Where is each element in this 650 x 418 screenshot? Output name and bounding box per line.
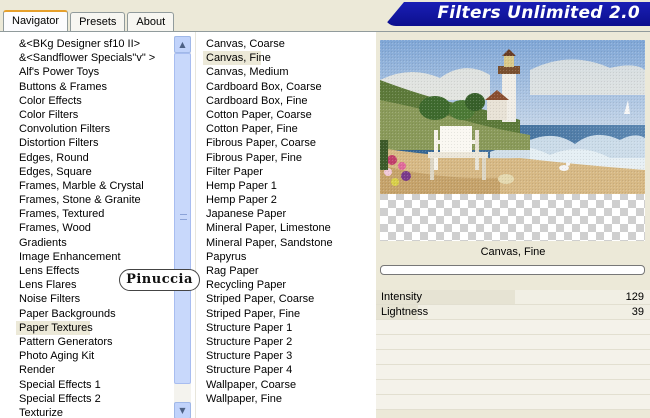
category-list-item[interactable]: Frames, Textured <box>16 207 176 221</box>
filter-list-item[interactable]: Rag Paper <box>203 264 373 278</box>
scroll-up-button[interactable]: ▲ <box>174 36 191 53</box>
filter-list-item[interactable]: Japanese Paper <box>203 207 373 221</box>
param-empty <box>376 395 650 410</box>
filter-list-item[interactable]: Papyrus <box>203 250 373 264</box>
beach-lighthouse-painting <box>380 40 645 194</box>
filter-list-item[interactable]: Canvas, Medium <box>203 65 373 79</box>
filter-list-item[interactable]: Mineral Paper, Limestone <box>203 221 373 235</box>
filter-list-item[interactable]: Recycling Paper <box>203 278 373 292</box>
category-list-item[interactable]: Gradients <box>16 236 176 250</box>
param-empty <box>376 320 650 335</box>
category-list-item[interactable]: Paper Backgrounds <box>16 307 176 321</box>
param-lightness[interactable]: Lightness 39 <box>376 305 650 320</box>
category-list-item[interactable]: Texturize <box>16 406 176 418</box>
filter-list-item[interactable]: Fibrous Paper, Coarse <box>203 136 373 150</box>
category-list-item[interactable]: Color Filters <box>16 108 176 122</box>
param-intensity-label: Intensity <box>381 291 422 303</box>
category-list[interactable]: &<BKg Designer sf10 II> &<Sandflower Spec… <box>16 37 176 418</box>
preview-panel: Canvas, Fine Intensity 129 Lightness 39 <box>376 32 650 418</box>
title-banner: Filters Unlimited 2.0 <box>384 2 650 26</box>
filter-name-box: Canvas, Fine <box>376 241 650 265</box>
category-list-item[interactable]: Pattern Generators <box>16 335 176 349</box>
param-empty <box>376 350 650 365</box>
top-bar: Navigator Presets About Filters Unlimite… <box>0 0 650 32</box>
param-empty <box>376 335 650 350</box>
category-list-item[interactable]: Frames, Marble & Crystal <box>16 179 176 193</box>
category-list-item[interactable]: Convolution Filters <box>16 122 176 136</box>
category-list-item[interactable]: Frames, Wood <box>16 221 176 235</box>
filter-list-item[interactable]: Cardboard Box, Fine <box>203 94 373 108</box>
param-lightness-value: 39 <box>631 306 644 318</box>
filter-list-item[interactable]: Structure Paper 3 <box>203 349 373 363</box>
filter-list-item[interactable]: Fibrous Paper, Fine <box>203 151 373 165</box>
filter-name-label: Canvas, Fine <box>480 246 546 258</box>
category-list-item[interactable]: Color Effects <box>16 94 176 108</box>
param-intensity-value: 129 <box>625 291 644 303</box>
filter-list-item[interactable]: Structure Paper 4 <box>203 363 373 377</box>
param-empty <box>376 365 650 380</box>
progress-bar <box>380 265 645 275</box>
filter-list-item[interactable]: Cotton Paper, Coarse <box>203 108 373 122</box>
watermark-badge: Pinuccia <box>119 269 200 291</box>
title-banner-text: Filters Unlimited 2.0 <box>437 3 640 23</box>
category-list-item[interactable]: Frames, Stone & Granite <box>16 193 176 207</box>
tab-about[interactable]: About <box>127 12 175 31</box>
filter-list-item[interactable]: Wallpaper, Fine <box>203 392 373 406</box>
filter-list-item[interactable]: Filter Paper <box>203 165 373 179</box>
category-list-item[interactable]: &<BKg Designer sf10 II> <box>16 37 176 51</box>
category-list-item[interactable]: &<Sandflower Specials"v" > <box>16 51 176 65</box>
category-list-item[interactable]: Special Effects 1 <box>16 378 176 392</box>
param-lightness-label: Lightness <box>381 306 429 318</box>
param-intensity[interactable]: Intensity 129 <box>376 290 650 305</box>
category-list-item[interactable]: Photo Aging Kit <box>16 349 176 363</box>
category-list-item[interactable]: Distortion Filters <box>16 136 176 150</box>
scroll-thumb[interactable] <box>174 53 191 384</box>
filter-list-item[interactable]: Cotton Paper, Fine <box>203 122 373 136</box>
category-list-item[interactable]: Noise Filters <box>16 292 176 306</box>
tab-navigator[interactable]: Navigator <box>3 10 69 32</box>
filter-list-item[interactable]: Cardboard Box, Coarse <box>203 80 373 94</box>
param-empty <box>376 380 650 395</box>
scroll-down-button[interactable]: ▼ <box>174 402 191 418</box>
chevron-down-icon: ▼ <box>179 406 186 415</box>
category-scrollbar[interactable]: ▲ ▼ <box>174 36 191 418</box>
category-list-item[interactable]: Buttons & Frames <box>16 80 176 94</box>
filter-list-item[interactable]: Structure Paper 1 <box>203 321 373 335</box>
chevron-up-icon: ▲ <box>179 40 186 49</box>
tab-presets[interactable]: Presets <box>70 12 126 31</box>
filter-list-item[interactable]: Structure Paper 2 <box>203 335 373 349</box>
category-list-item[interactable]: Render <box>16 363 176 377</box>
filter-list-item[interactable]: Canvas, Fine <box>203 51 271 66</box>
filter-list-item[interactable]: Canvas, Coarse <box>203 37 373 51</box>
preview-image <box>380 40 645 241</box>
filter-list-item[interactable]: Striped Paper, Fine <box>203 307 373 321</box>
category-list-item[interactable]: Paper Textures <box>16 320 93 335</box>
tab-strip: Navigator Presets About <box>3 10 176 32</box>
navigator-panel: &<BKg Designer sf10 II> &<Sandflower Spec… <box>0 31 650 418</box>
category-list-item[interactable]: Special Effects 2 <box>16 392 176 406</box>
filter-list[interactable]: Canvas, Coarse Canvas, Fine Canvas, Medium… <box>203 37 373 406</box>
filter-list-item[interactable]: Mineral Paper, Sandstone <box>203 236 373 250</box>
category-list-item[interactable]: Image Enhancement <box>16 250 176 264</box>
list-divider <box>195 32 196 418</box>
filter-list-item[interactable]: Wallpaper, Coarse <box>203 378 373 392</box>
filter-list-item[interactable]: Hemp Paper 1 <box>203 179 373 193</box>
category-list-item[interactable]: Alf's Power Toys <box>16 65 176 79</box>
category-list-item[interactable]: Edges, Square <box>16 165 176 179</box>
filter-list-item[interactable]: Striped Paper, Coarse <box>203 292 373 306</box>
grip-icon <box>180 214 187 220</box>
filter-list-item[interactable]: Hemp Paper 2 <box>203 193 373 207</box>
category-list-item[interactable]: Edges, Round <box>16 151 176 165</box>
parameter-list[interactable]: Intensity 129 Lightness 39 <box>376 290 650 410</box>
